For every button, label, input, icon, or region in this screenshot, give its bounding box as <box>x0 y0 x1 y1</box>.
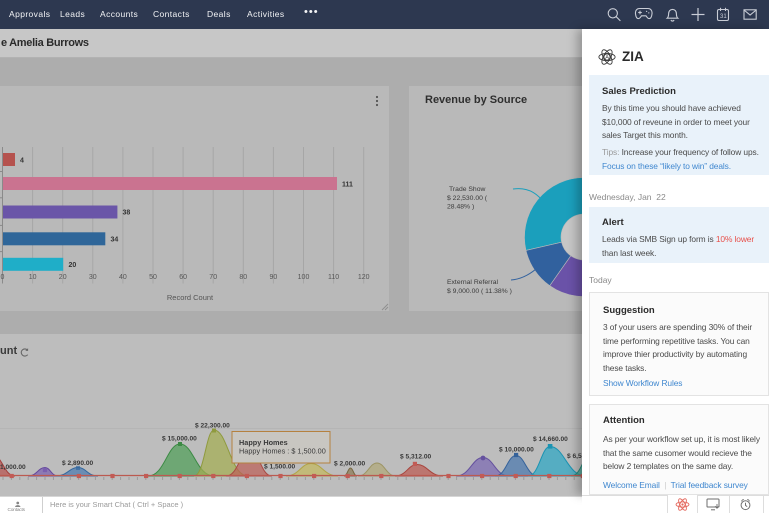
svg-text:40: 40 <box>119 274 127 281</box>
svg-text:100: 100 <box>298 274 310 281</box>
svg-text:$ 22,300.00: $ 22,300.00 <box>195 423 230 430</box>
svg-text:Trade Show: Trade Show <box>449 186 485 193</box>
svg-text:$ 14,660.00: $ 14,660.00 <box>533 436 568 443</box>
svg-text:Record Count: Record Count <box>167 293 214 302</box>
svg-text:50: 50 <box>149 274 157 281</box>
svg-text:111: 111 <box>342 182 353 189</box>
svg-text:120: 120 <box>358 274 370 281</box>
svg-text:$ 22,530.00 (: $ 22,530.00 ( <box>447 195 488 202</box>
svg-text:1,000.00: 1,000.00 <box>0 464 26 471</box>
svg-text:$ 2,890.00: $ 2,890.00 <box>62 460 93 467</box>
svg-text:$ 2,000.00: $ 2,000.00 <box>334 461 365 468</box>
svg-text:34: 34 <box>111 236 119 243</box>
svg-text:38: 38 <box>123 210 131 217</box>
svg-text:0: 0 <box>1 274 5 281</box>
svg-text:Happy Homes : $ 1,500.00: Happy Homes : $ 1,500.00 <box>239 447 326 456</box>
svg-text:$ 1,500.00: $ 1,500.00 <box>264 464 295 471</box>
svg-text:110: 110 <box>328 274 339 281</box>
svg-text:$ 9,000.00 ( 11.38% ): $ 9,000.00 ( 11.38% ) <box>447 288 512 295</box>
svg-text:$ 5,312.00: $ 5,312.00 <box>400 454 431 461</box>
svg-text:20: 20 <box>69 262 77 269</box>
svg-text:30: 30 <box>89 274 97 281</box>
svg-text:31: 31 <box>720 14 727 20</box>
svg-text:90: 90 <box>270 274 278 281</box>
svg-text:28.48% ): 28.48% ) <box>447 204 474 211</box>
svg-text:$ 10,000.00: $ 10,000.00 <box>499 447 534 454</box>
svg-text:$ 15,000.00: $ 15,000.00 <box>162 436 197 443</box>
svg-text:80: 80 <box>239 274 247 281</box>
svg-text:4: 4 <box>20 158 24 165</box>
svg-text:External Referral: External Referral <box>447 279 498 286</box>
svg-text:60: 60 <box>179 274 187 281</box>
svg-text:10: 10 <box>29 274 37 281</box>
svg-text:20: 20 <box>59 274 67 281</box>
svg-text:70: 70 <box>209 274 217 281</box>
